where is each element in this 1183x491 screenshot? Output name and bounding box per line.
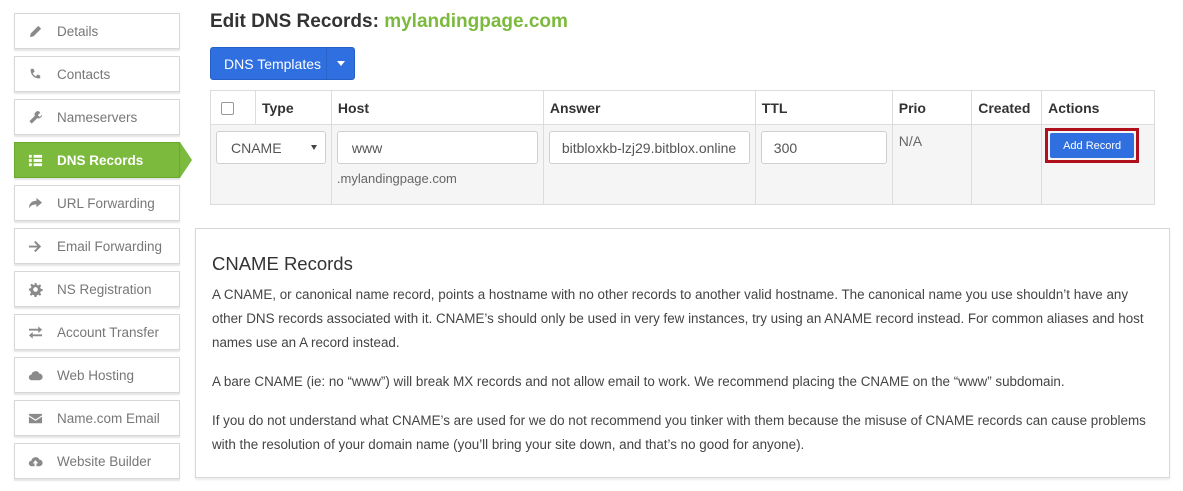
table-header-row: Type Host Answer TTL Prio Created Action…: [210, 90, 1155, 125]
sidebar-item-label: Details: [57, 23, 99, 39]
caret-down-icon: [336, 61, 345, 66]
select-all-checkbox[interactable]: [221, 101, 234, 115]
host-cell: www .mylandingpage.com: [330, 124, 544, 205]
ttl-input[interactable]: 300: [760, 131, 887, 164]
info-paragraph: A bare CNAME (ie: no “www”) will break M…: [212, 374, 1065, 389]
share-arrow-icon: [27, 195, 43, 211]
list-icon: [27, 152, 43, 168]
gear-icon: [27, 281, 43, 297]
cname-info-panel: CNAME Records A CNAME, or canonical name…: [195, 228, 1170, 478]
record-type-select[interactable]: CNAME: [216, 131, 326, 164]
page-title: Edit DNS Records: mylandingpage.com: [210, 11, 568, 33]
answer-input-value: bitbloxkb-lzj29.bitblox.online: [561, 139, 737, 156]
new-record-row: CNAME www .mylandingpage.com bitbloxkb-l…: [210, 124, 1155, 205]
sidebar-item-contacts[interactable]: Contacts: [14, 56, 180, 92]
info-paragraph: A CNAME, or canonical name record, point…: [212, 287, 1144, 350]
column-header-ttl: TTL: [754, 90, 893, 125]
sidebar-item-label: URL Forwarding: [57, 195, 155, 211]
host-domain-suffix: .mylandingpage.com: [336, 171, 457, 186]
column-header-created: Created: [971, 90, 1043, 125]
wrench-icon: [27, 109, 43, 125]
chevron-down-icon: [311, 145, 317, 150]
transfer-arrows-icon: [27, 324, 43, 340]
record-type-value: CNAME: [231, 139, 282, 156]
sidebar-item-dns-records[interactable]: DNS Records: [14, 142, 192, 178]
sidebar-item-url-forwarding[interactable]: URL Forwarding: [14, 185, 180, 221]
column-header-actions: Actions: [1041, 90, 1155, 125]
sidebar-item-label: Web Hosting: [57, 367, 135, 383]
sidebar-item-ns-registration[interactable]: NS Registration: [14, 271, 180, 307]
column-header-answer: Answer: [542, 90, 756, 125]
answer-input[interactable]: bitbloxkb-lzj29.bitblox.online: [548, 131, 750, 164]
envelope-icon: [27, 410, 43, 426]
sidebar-item-name-com-email[interactable]: Name.com Email: [14, 400, 180, 436]
sidebar-item-web-hosting[interactable]: Web Hosting: [14, 357, 180, 393]
page-title-prefix: Edit DNS Records:: [210, 11, 379, 32]
created-cell: [971, 124, 1043, 205]
pencil-icon: [27, 23, 43, 39]
prio-value: N/A: [898, 133, 923, 149]
add-record-button[interactable]: Add Record: [1050, 133, 1135, 158]
sidebar-item-details[interactable]: Details: [14, 13, 180, 49]
dns-templates-dropdown-button[interactable]: DNS Templates: [210, 47, 355, 80]
column-header-prio: Prio: [891, 90, 973, 125]
column-header-host: Host: [330, 90, 544, 125]
answer-cell: bitbloxkb-lzj29.bitblox.online: [542, 124, 756, 205]
sidebar-item-account-transfer[interactable]: Account Transfer: [14, 314, 180, 350]
sidebar-item-label: NS Registration: [57, 281, 152, 297]
host-input[interactable]: www: [336, 131, 538, 164]
dns-templates-label: DNS Templates: [224, 55, 322, 72]
domain-name: mylandingpage.com: [384, 11, 568, 32]
sidebar-item-website-builder[interactable]: Website Builder: [14, 443, 180, 479]
phone-icon: [27, 66, 43, 82]
add-record-highlight: Add Record: [1045, 128, 1140, 163]
ttl-cell: 300: [754, 124, 893, 205]
ttl-input-value: 300: [773, 139, 798, 156]
info-paragraph: If you do not understand what CNAME’s ar…: [212, 413, 1146, 452]
sidebar-item-nameservers[interactable]: Nameservers: [14, 99, 180, 135]
select-all-cell: [210, 90, 256, 125]
sidebar-item-label: Website Builder: [57, 453, 152, 469]
dns-records-table: Type Host Answer TTL Prio Created Action…: [210, 90, 1155, 205]
prio-cell: N/A: [891, 124, 973, 205]
sidebar-item-label: Email Forwarding: [57, 238, 163, 254]
host-input-value: www: [351, 139, 383, 156]
arrow-right-icon: [27, 238, 43, 254]
cloud-icon: [27, 367, 43, 383]
sidebar: Details Contacts Nameservers DNS Records…: [14, 13, 192, 486]
sidebar-item-label: Account Transfer: [57, 324, 160, 340]
actions-cell: Add Record: [1041, 124, 1155, 205]
info-heading: CNAME Records: [212, 253, 353, 274]
sidebar-item-label: DNS Records: [57, 152, 144, 168]
column-header-type: Type: [254, 90, 332, 125]
sidebar-item-label: Name.com Email: [57, 410, 160, 426]
sidebar-item-email-forwarding[interactable]: Email Forwarding: [14, 228, 180, 264]
sidebar-item-label: Nameservers: [57, 109, 138, 125]
cloud-upload-icon: [27, 453, 43, 469]
type-cell: CNAME: [210, 124, 332, 205]
dropdown-toggle[interactable]: [326, 48, 354, 79]
sidebar-item-label: Contacts: [57, 66, 111, 82]
